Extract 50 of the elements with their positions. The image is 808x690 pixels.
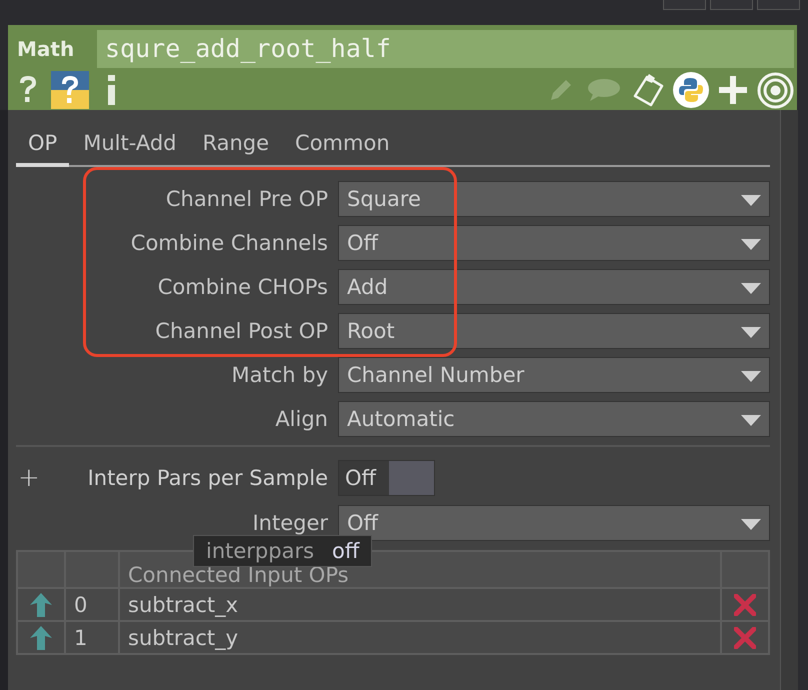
caret-icon [741, 371, 761, 382]
python-logo-icon[interactable] [673, 72, 709, 108]
dropdown-menu[interactable]: Off [338, 505, 770, 541]
parameter-label: Interp Pars per Sample [86, 466, 329, 490]
clipboard-icon[interactable] [631, 72, 665, 108]
toggle-switch[interactable]: Off [338, 460, 435, 496]
scrollbar[interactable] [780, 110, 798, 690]
operator-type-label: Math [17, 37, 76, 61]
delete-icon[interactable] [734, 626, 756, 648]
parameter-label: Match by [230, 363, 329, 387]
dropdown-menu[interactable]: Automatic [338, 401, 770, 437]
plus-icon[interactable] [719, 76, 747, 104]
tooltip: interppars off [193, 535, 372, 567]
parameter-label: Combine CHOPs [156, 275, 329, 299]
parameter-label: Integer [251, 511, 329, 535]
tab[interactable]: Mult-Add [71, 127, 188, 167]
dropdown-menu[interactable]: Square [338, 181, 770, 217]
python-help-icon[interactable] [51, 71, 89, 109]
table-cell: 1 [65, 621, 119, 654]
target-icon[interactable] [757, 72, 794, 108]
caret-icon [741, 327, 761, 338]
operator-name-field[interactable]: squre_add_root_half [97, 30, 794, 68]
tab[interactable]: Common [283, 127, 402, 167]
caret-icon [741, 239, 761, 250]
table-cell: 0 [65, 588, 119, 621]
dropdown-menu[interactable]: Add [338, 269, 770, 305]
parameter-label: Channel Pre OP [164, 187, 329, 211]
caret-icon [741, 519, 761, 530]
window-button[interactable] [710, 0, 753, 10]
up-arrow-icon[interactable] [30, 626, 52, 650]
parameter-label: Combine Channels [130, 231, 329, 255]
tab[interactable]: OP [16, 127, 70, 167]
window-button[interactable] [663, 0, 706, 10]
window-button[interactable] [757, 0, 800, 10]
info-icon[interactable] [107, 75, 117, 105]
caret-icon [741, 415, 761, 426]
parameter-label: Channel Post OP [154, 319, 329, 343]
speech-bubble-icon[interactable] [587, 78, 621, 102]
delete-icon[interactable] [734, 594, 756, 616]
caret-icon [741, 195, 761, 206]
dropdown-menu[interactable]: Off [338, 225, 770, 261]
expand-toggle[interactable]: + [18, 463, 46, 493]
caret-icon [741, 283, 761, 294]
table-cell: subtract_y [119, 621, 721, 654]
dropdown-menu[interactable]: Root [338, 313, 770, 349]
up-arrow-icon[interactable] [30, 592, 52, 616]
table-cell: subtract_x [119, 588, 721, 621]
parameter-label: Align [274, 407, 329, 431]
tab[interactable]: Range [190, 127, 282, 167]
dropdown-menu[interactable]: Channel Number [338, 357, 770, 393]
